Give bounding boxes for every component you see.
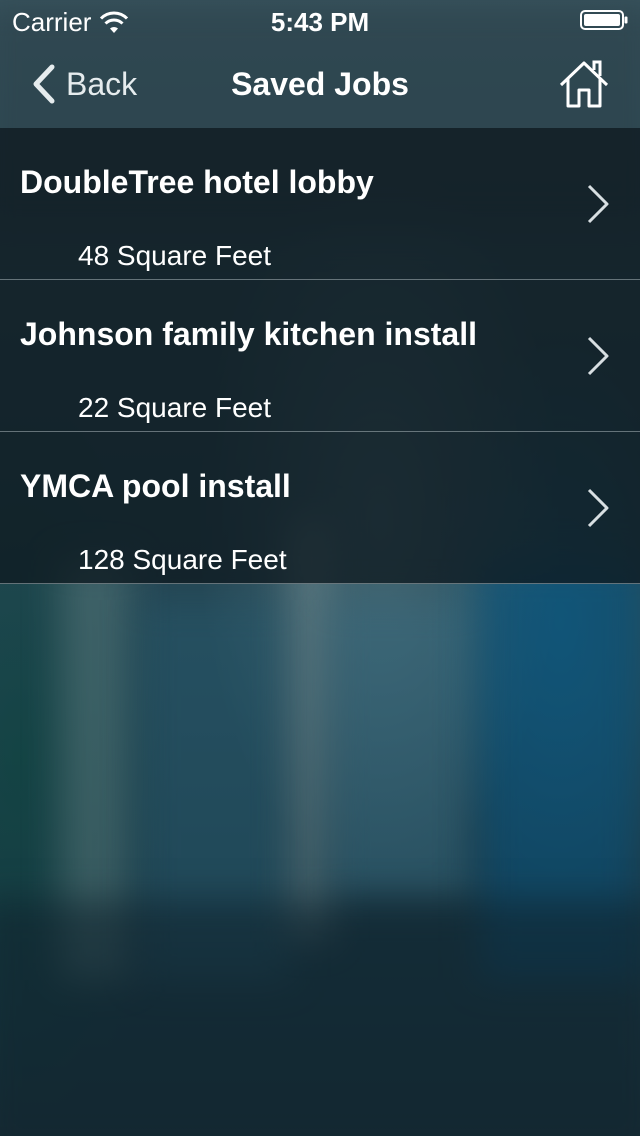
job-size: 48 Square Feet xyxy=(78,240,272,271)
status-bar: Carrier 5:43 PM xyxy=(0,0,640,40)
job-row-ymca[interactable]: YMCA pool install 128 Square Feet xyxy=(0,432,640,584)
saved-jobs-list: DoubleTree hotel lobby 48 Square Feet Jo… xyxy=(0,128,640,584)
chevron-right-icon xyxy=(587,184,609,224)
job-size: 128 Square Feet xyxy=(78,544,287,575)
page-title: Saved Jobs xyxy=(231,66,409,102)
job-title: DoubleTree hotel lobby xyxy=(20,164,374,200)
chevron-right-icon xyxy=(587,336,609,376)
job-title: Johnson family kitchen install xyxy=(20,316,477,352)
home-icon[interactable] xyxy=(558,58,610,110)
job-row-doubletree[interactable]: DoubleTree hotel lobby 48 Square Feet xyxy=(0,128,640,280)
job-row-johnson[interactable]: Johnson family kitchen install 22 Square… xyxy=(0,280,640,432)
chevron-right-icon xyxy=(587,488,609,528)
battery-icon xyxy=(580,10,628,30)
navigation-bar: Back Saved Jobs xyxy=(0,40,640,128)
job-size: 22 Square Feet xyxy=(78,392,272,423)
job-title: YMCA pool install xyxy=(20,468,291,504)
status-time: 5:43 PM xyxy=(270,7,370,37)
